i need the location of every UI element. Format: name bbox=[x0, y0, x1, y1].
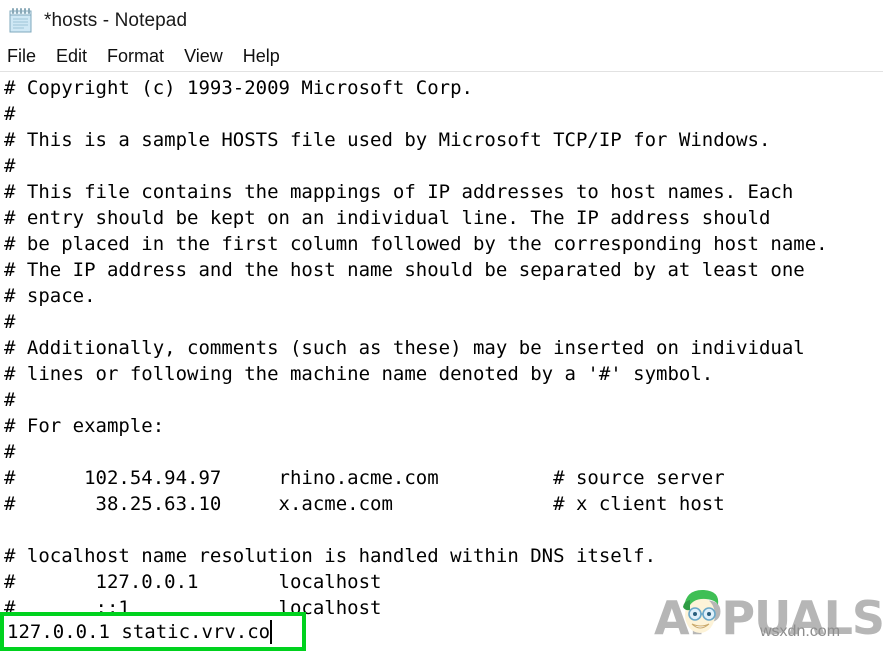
new-host-entry-highlight[interactable]: 127.0.0.1 static.vrv.co bbox=[0, 612, 306, 651]
notepad-window: *hosts - Notepad File Edit Format View H… bbox=[0, 0, 883, 655]
window-title: *hosts - Notepad bbox=[44, 10, 188, 31]
new-host-entry-inner: 127.0.0.1 static.vrv.co bbox=[7, 618, 300, 645]
text-editor-area[interactable]: # Copyright (c) 1993-2009 Microsoft Corp… bbox=[0, 72, 883, 655]
menu-item-format[interactable]: Format bbox=[107, 46, 164, 67]
text-caret bbox=[270, 619, 273, 644]
menu-bar: File Edit Format View Help bbox=[0, 42, 883, 71]
menu-item-file[interactable]: File bbox=[7, 46, 36, 67]
menu-item-help[interactable]: Help bbox=[243, 46, 280, 67]
title-bar: *hosts - Notepad bbox=[0, 0, 883, 42]
notepad-icon bbox=[8, 7, 34, 35]
menu-item-edit[interactable]: Edit bbox=[56, 46, 87, 67]
new-host-entry-text: 127.0.0.1 static.vrv.co bbox=[7, 620, 271, 643]
hosts-file-content: # Copyright (c) 1993-2009 Microsoft Corp… bbox=[4, 77, 828, 619]
menu-item-view[interactable]: View bbox=[184, 46, 223, 67]
